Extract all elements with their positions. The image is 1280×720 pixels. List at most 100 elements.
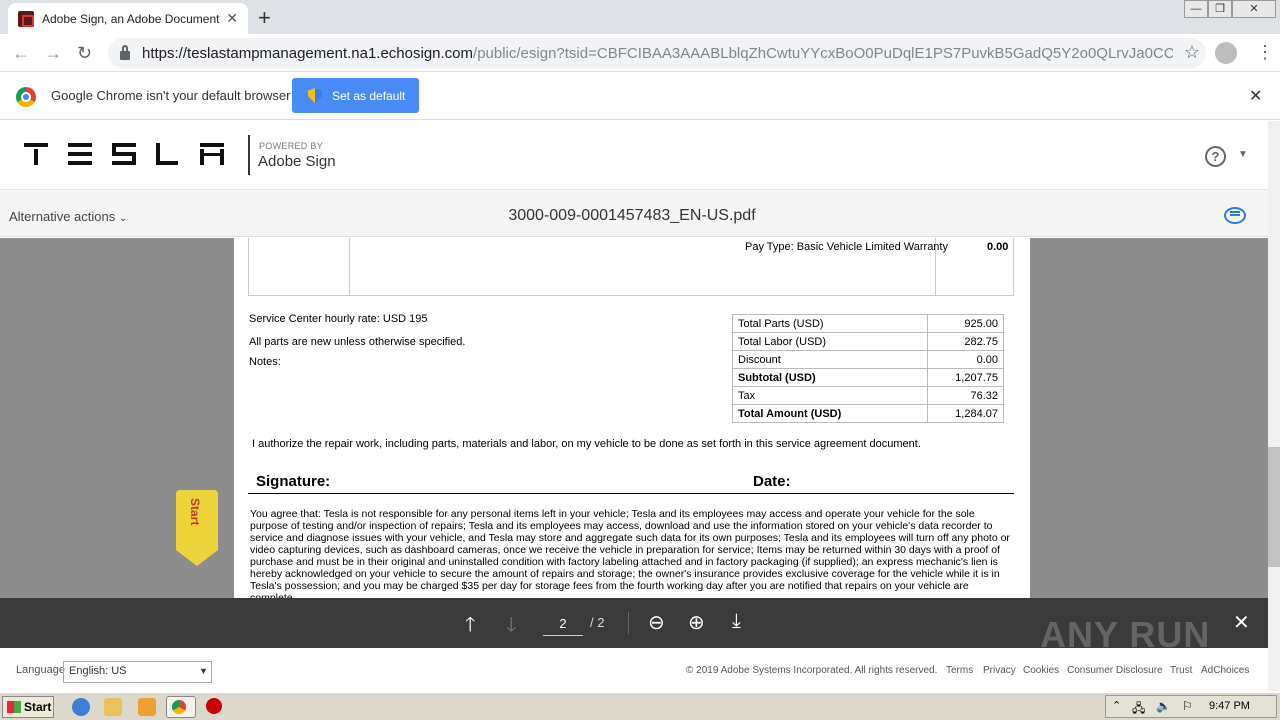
authorization-text: I authorize the repair work, including p… xyxy=(252,438,921,450)
url-path: /public/esign?tsid=CBFCIBAA3AAABLblqZhCw… xyxy=(473,44,1174,62)
signature-label: Signature: xyxy=(256,473,331,490)
dropdown-arrow-icon[interactable]: ▼ xyxy=(199,666,208,676)
totals-label: Total Parts (USD) xyxy=(732,314,928,333)
help-icon[interactable]: ? xyxy=(1205,146,1226,167)
document-action-bar: Alternative actions ⌄ 3000-009-000145748… xyxy=(0,189,1268,237)
close-window-button[interactable]: ✕ xyxy=(1232,0,1276,18)
network-icon[interactable]: 🖧 xyxy=(1132,699,1145,720)
browser-toolbar: ← → ↻ https://teslastampmanagement.na1.e… xyxy=(0,34,1280,72)
adobe-sign-label: Adobe Sign xyxy=(258,153,336,170)
comment-icon[interactable] xyxy=(1224,207,1246,224)
powered-by-label: POWERED BY xyxy=(259,141,324,151)
lock-icon xyxy=(120,44,130,60)
set-as-default-button[interactable]: Set as default xyxy=(292,78,419,113)
browser-tab[interactable]: Adobe Sign, an Adobe Document Cl ✕ xyxy=(8,3,248,34)
start-tag-label[interactable]: Start xyxy=(188,498,202,525)
line-items-table: Pay Type: Basic Vehicle Limited Warranty… xyxy=(248,238,1014,296)
volume-icon[interactable]: 🔈 xyxy=(1156,699,1171,713)
zoom-in-icon[interactable]: ⊕ xyxy=(688,610,705,635)
footer-link-privacy[interactable]: Privacy xyxy=(983,665,1016,676)
help-caret-icon[interactable]: ▼ xyxy=(1238,149,1248,160)
table-row: Discount 0.00 xyxy=(732,350,1004,369)
stop-icon[interactable] xyxy=(206,698,222,714)
next-page-arrow-icon[interactable]: 🡓 xyxy=(506,610,516,644)
footer-link-adchoices[interactable]: AdChoices xyxy=(1201,665,1249,676)
windows-taskbar: Start ⌃ 🖧 🔈 ⚐ 9:47 PM xyxy=(0,692,1280,720)
sign-header: POWERED BY Adobe Sign ? ▼ xyxy=(0,121,1268,188)
forward-arrow-icon[interactable]: → xyxy=(44,43,62,64)
chrome-logo-icon xyxy=(16,87,36,107)
windows-flag-icon xyxy=(7,701,21,713)
chrome-icon xyxy=(172,700,186,714)
adobe-favicon-icon xyxy=(18,10,34,27)
pagination-divider xyxy=(628,612,629,634)
reload-icon[interactable]: ↻ xyxy=(77,43,92,64)
tab-close-icon[interactable]: ✕ xyxy=(226,10,238,27)
pay-type-label: Pay Type: Basic Vehicle Limited Warranty xyxy=(745,241,948,253)
tab-title: Adobe Sign, an Adobe Document Cl xyxy=(42,11,222,26)
page-scrollbar[interactable] xyxy=(1268,121,1280,691)
new-tab-icon[interactable]: + xyxy=(258,5,271,31)
page-number-input[interactable] xyxy=(543,612,583,636)
restore-window-button[interactable]: ❐ xyxy=(1208,0,1232,18)
totals-label: Total Amount (USD) xyxy=(732,404,928,423)
footer-link-terms[interactable]: Terms xyxy=(946,665,973,676)
document-name: 3000-009-0001457483_EN-US.pdf xyxy=(508,207,756,224)
signature-line xyxy=(248,493,1014,494)
uac-shield-icon xyxy=(308,88,322,103)
footer-link-consumer-disclosure[interactable]: Consumer Disclosure xyxy=(1067,665,1163,676)
parts-note: All parts are new unless otherwise speci… xyxy=(249,336,466,348)
minimize-window-button[interactable]: — xyxy=(1184,0,1208,18)
address-bar[interactable]: https://teslastampmanagement.na1.echosig… xyxy=(108,38,1206,68)
footer-link-cookies[interactable]: Cookies xyxy=(1023,665,1059,676)
table-row: Tax 76.32 xyxy=(732,386,1004,405)
profile-avatar-icon[interactable] xyxy=(1215,42,1237,64)
zoom-out-icon[interactable]: ⊖ xyxy=(648,610,665,635)
footer-link-trust[interactable]: Trust xyxy=(1170,665,1192,676)
totals-label: Total Labor (USD) xyxy=(732,332,928,351)
copyright-text: © 2019 Adobe Systems Incorporated. All r… xyxy=(686,665,938,676)
browser-tab-bar: Adobe Sign, an Adobe Document Cl ✕ + — ❐… xyxy=(0,0,1280,34)
totals-value: 76.32 xyxy=(927,386,1004,405)
bookmark-star-icon[interactable]: ☆ xyxy=(1184,42,1200,63)
back-arrow-icon[interactable]: ← xyxy=(12,43,30,64)
media-player-icon[interactable] xyxy=(138,698,156,716)
document-page: Pay Type: Basic Vehicle Limited Warranty… xyxy=(234,238,1030,598)
folder-icon[interactable] xyxy=(104,698,122,716)
internet-explorer-icon[interactable] xyxy=(72,698,90,716)
close-pagination-icon[interactable]: ✕ xyxy=(1233,610,1250,635)
scrollbar-thumb[interactable] xyxy=(1268,447,1280,567)
notes-label: Notes: xyxy=(249,356,281,368)
system-tray: ⌃ 🖧 🔈 ⚐ xyxy=(1105,695,1277,718)
pagination-bar: 🡑 🡓 / 2 ⊖ ⊕ ⤓ ANY RUN ✕ xyxy=(0,598,1268,655)
page-footer: Language English: US ▼ © 2019 Adobe Syst… xyxy=(0,648,1268,692)
page-total: / 2 xyxy=(590,615,605,630)
totals-value: 1,207.75 xyxy=(927,368,1004,387)
totals-value: 282.75 xyxy=(927,332,1004,351)
table-row: Total Labor (USD) 282.75 xyxy=(732,332,1004,351)
infobar-close-icon[interactable]: ✕ xyxy=(1249,86,1262,106)
set-as-default-label: Set as default xyxy=(332,88,406,103)
start-label: Start xyxy=(24,700,52,714)
totals-label: Tax xyxy=(732,386,928,405)
totals-table: Total Parts (USD) 925.00 Total Labor (USD… xyxy=(732,314,1004,423)
tesla-wordmark-icon xyxy=(24,143,224,165)
language-label: Language xyxy=(16,664,65,676)
previous-page-arrow-icon[interactable]: 🡑 xyxy=(465,610,475,644)
totals-value: 925.00 xyxy=(927,314,1004,333)
taskbar-clock: 9:47 PM xyxy=(1209,700,1250,712)
tray-expand-icon[interactable]: ⌃ xyxy=(1112,699,1121,712)
flag-icon[interactable]: ⚐ xyxy=(1182,699,1193,713)
download-icon[interactable]: ⤓ xyxy=(732,610,741,633)
hourly-rate: Service Center hourly rate: USD 195 xyxy=(249,313,428,325)
totals-label: Discount xyxy=(732,350,928,369)
agreement-text: You agree that: Tesla is not responsible… xyxy=(250,508,1010,598)
infobar-message: Google Chrome isn't your default browser xyxy=(51,88,291,103)
language-select[interactable]: English: US xyxy=(63,661,212,683)
chrome-menu-icon[interactable]: ⋮ xyxy=(1256,42,1274,63)
totals-value: 1,284.07 xyxy=(927,404,1004,423)
table-divider xyxy=(349,238,350,295)
windows-start-button[interactable]: Start xyxy=(2,696,54,718)
tesla-logo xyxy=(24,143,224,169)
date-label: Date: xyxy=(753,473,791,490)
